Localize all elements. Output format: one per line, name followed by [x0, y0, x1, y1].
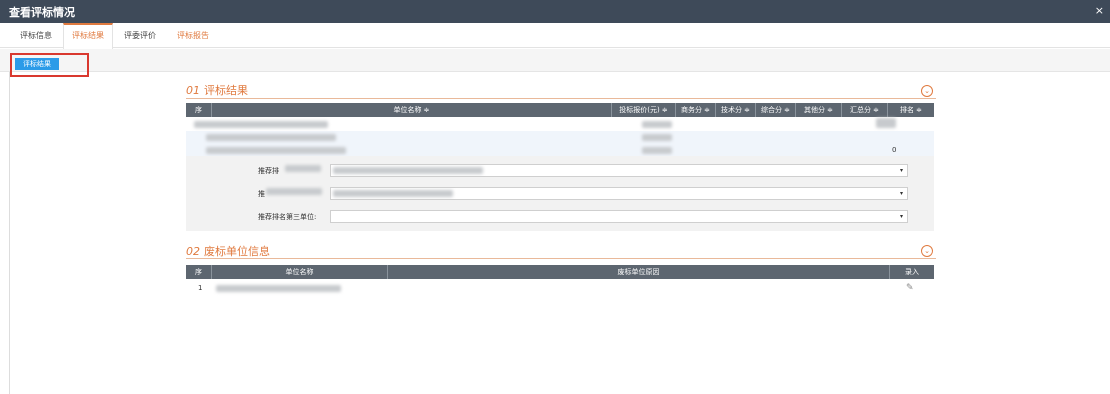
col-tech-score[interactable]: 技术分 ≑: [716, 103, 756, 117]
left-panel-edge: [0, 72, 10, 394]
recommend-second-select[interactable]: ▾: [330, 187, 908, 200]
redacted-bid-price: [642, 121, 672, 128]
section-divider: [186, 98, 936, 99]
tab-bid-info[interactable]: 评标信息: [12, 23, 60, 48]
redacted-selected-value: [333, 167, 483, 174]
redacted-bid-price: [642, 147, 672, 154]
col-other-score[interactable]: 其他分 ≑: [796, 103, 842, 117]
window-titlebar: 查看评标情况 ×: [0, 0, 1110, 23]
table-row[interactable]: 1 ✎: [186, 282, 934, 295]
col-bid-price[interactable]: 投标报价(元) ≑: [612, 103, 676, 117]
col-unit-name[interactable]: 单位名称 ≑: [212, 103, 612, 117]
collapse-icon[interactable]: ⌄: [921, 85, 933, 97]
tab-judge-evaluation[interactable]: 评委评价: [116, 23, 164, 48]
section-number: 02: [186, 245, 200, 258]
tab-bid-result[interactable]: 评标结果: [63, 23, 113, 49]
section-title-text: 废标单位信息: [204, 245, 270, 258]
redacted-unit-name: [216, 285, 341, 292]
section-number: 01: [186, 84, 200, 97]
recommend-first-select[interactable]: ▾: [330, 164, 908, 177]
redacted-unit-name: [194, 121, 328, 128]
recommend-third-select[interactable]: ▾: [330, 210, 908, 223]
col-seq: 序: [186, 265, 212, 279]
col-rank[interactable]: 排名 ≑: [888, 103, 934, 117]
redacted-label: [266, 188, 322, 195]
col-business-score[interactable]: 商务分 ≑: [676, 103, 716, 117]
close-icon[interactable]: ×: [1095, 4, 1104, 17]
chevron-down-icon: ▾: [899, 167, 903, 174]
highlight-box: [10, 53, 89, 77]
table-row[interactable]: [186, 131, 934, 144]
col-unit-name: 单位名称: [212, 265, 388, 279]
chevron-down-icon: ▾: [899, 213, 903, 220]
tab-bid-report[interactable]: 评标报告: [169, 23, 217, 48]
rejected-table-header: 序 单位名称 废标单位原因 录入: [186, 265, 934, 279]
section-title-results: 01 评标结果: [186, 82, 248, 98]
col-composite-score[interactable]: 综合分 ≑: [756, 103, 796, 117]
col-reject-reason: 废标单位原因: [388, 265, 890, 279]
recommend-second-label: 推: [258, 190, 265, 198]
col-seq[interactable]: 序: [186, 103, 212, 117]
section-divider: [186, 258, 936, 259]
results-table-header: 序 单位名称 ≑ 投标报价(元) ≑ 商务分 ≑ 技术分 ≑ 综合分 ≑ 其他分…: [186, 103, 934, 117]
chevron-down-icon: ▾: [899, 190, 903, 197]
edit-icon[interactable]: ✎: [906, 283, 914, 293]
redacted-unit-name: [206, 147, 346, 154]
collapse-icon[interactable]: ⌄: [921, 245, 933, 257]
row-seq: 1: [198, 284, 203, 292]
section-title-text: 评标结果: [204, 84, 248, 97]
redacted-rank: [876, 118, 896, 128]
col-total-score[interactable]: 汇总分 ≑: [842, 103, 888, 117]
tab-bar: 评标信息 评标结果 评委评价 评标报告: [0, 23, 1110, 49]
section-title-rejected: 02 废标单位信息: [186, 243, 270, 259]
redacted-label: [285, 165, 321, 172]
table-row[interactable]: [186, 118, 934, 131]
col-entry: 录入: [905, 268, 919, 276]
redacted-selected-value: [333, 190, 453, 197]
window-title: 查看评标情况: [9, 6, 75, 19]
sub-toolbar: [0, 49, 1110, 72]
recommend-third-label: 推荐排名第三单位:: [258, 213, 317, 221]
recommend-first-label: 推荐排: [258, 167, 279, 175]
redacted-bid-price: [642, 134, 672, 141]
redacted-unit-name: [206, 134, 336, 141]
